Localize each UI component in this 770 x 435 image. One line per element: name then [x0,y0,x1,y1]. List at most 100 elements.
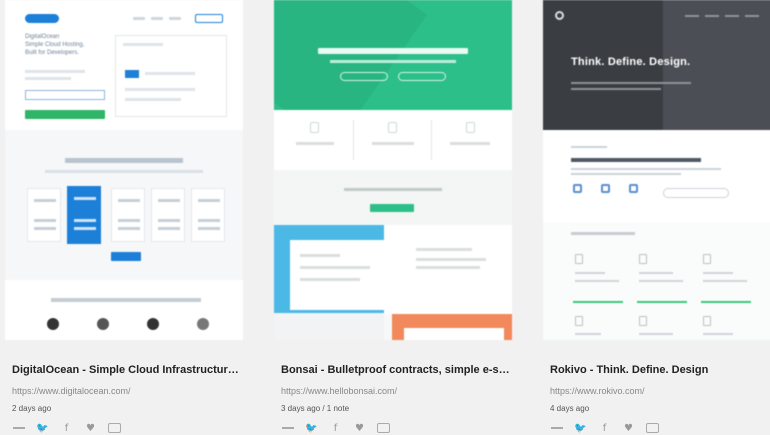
comment-icon[interactable] [646,423,659,434]
service-icon [573,184,582,193]
service-icon [703,254,711,264]
service-icon [639,316,647,326]
heart-icon[interactable]: ♥ [622,423,635,434]
avatar [97,318,109,330]
service-underline [573,301,623,303]
feature-icon [310,122,319,133]
contract-text [416,258,486,261]
thumb-subheading [330,60,456,63]
avatar [147,318,159,330]
nav-link [725,15,739,17]
avatar [197,318,209,330]
twitter-icon[interactable]: 🐦 [574,423,587,434]
rokivo-logo [555,11,564,20]
cta-title [344,188,442,191]
service-icon [639,254,647,264]
card-title[interactable]: Bonsai - Bulletproof contracts, simple e… [281,364,511,376]
card-meta: 3 days ago / 1 note [281,404,350,413]
contract-text [416,266,480,269]
twitter-icon[interactable]: 🐦 [305,423,318,434]
comment-icon[interactable] [377,423,390,434]
panel-line [123,43,163,46]
card-thumbnail[interactable]: Think. Define. Design. [543,0,770,340]
service-text [575,280,619,282]
divider [431,120,432,160]
nav-link [705,15,719,17]
service-underline [701,301,751,303]
invoice-section [274,313,384,340]
contract-line [300,266,370,269]
service-icon [629,184,638,193]
facebook-icon[interactable]: f [329,423,342,434]
card-url[interactable]: https://www.rokivo.com/ [550,386,645,396]
thumb-subheading [571,82,691,84]
digitalocean-logo [25,14,59,23]
nav-link [169,17,181,20]
thumb-text-line [25,70,85,73]
more-icon[interactable] [281,423,294,434]
thumb-subheading [571,88,661,90]
bookmark-grid: DigitalOcean Simple Cloud Hosting, Built… [0,0,770,434]
plan-card-highlighted [67,186,101,244]
thumb-text-line [25,77,71,80]
plan-card [111,188,145,242]
testimonials-section [5,280,243,340]
testimonials-title [51,298,201,302]
card-url[interactable]: https://www.hellobonsai.com/ [281,386,397,396]
contract-text-block [384,225,512,314]
intro-section [543,130,770,222]
card-title[interactable]: Rokivo - Think. Define. Design [550,364,770,376]
facebook-icon[interactable]: f [60,423,73,434]
service-icon [575,254,583,264]
card-thumbnail[interactable] [274,0,512,340]
more-icon[interactable] [12,423,25,434]
pricing-subtitle [45,170,203,173]
heart-icon[interactable]: ♥ [84,423,97,434]
feature-icon [388,122,397,133]
proposal-card [404,328,504,340]
comment-icon[interactable] [108,423,121,434]
intro-line [571,173,681,175]
feature-text [372,142,414,145]
thumb-subheading: Simple Cloud Hosting, [25,42,85,48]
bookmark-card[interactable]: Think. Define. Design. Rokivo - Think. D… [543,0,770,434]
service-title [703,333,733,335]
service-title [575,272,605,274]
service-underline [637,301,687,303]
features-section [274,110,512,170]
signup-cta [25,110,105,119]
hero-button [398,72,446,81]
feature-icon [466,122,475,133]
plan-card [27,188,61,242]
card-thumbnail[interactable]: DigitalOcean Simple Cloud Hosting, Built… [5,0,243,340]
divider [353,120,354,160]
bookmark-card[interactable]: DigitalOcean Simple Cloud Hosting, Built… [5,0,243,434]
learn-more-button [663,188,729,198]
panel-line [145,72,195,75]
facebook-icon[interactable]: f [598,423,611,434]
feature-text [296,142,334,145]
card-meta: 4 days ago [550,404,590,413]
cta-section [274,170,512,225]
cta-button [370,204,414,212]
card-title[interactable]: DigitalOcean - Simple Cloud Infrastructu… [12,364,242,376]
bookmark-card[interactable]: Bonsai - Bulletproof contracts, simple e… [274,0,512,434]
service-title [639,333,673,335]
thumb-heading: Think. Define. Design. [571,56,691,68]
intro-line [571,168,721,170]
thumb-heading: DigitalOcean [25,34,60,40]
service-text [703,280,747,282]
more-icon[interactable] [550,423,563,434]
card-meta: 2 days ago [12,404,52,413]
service-title [703,272,733,274]
contract-text [416,248,472,251]
email-field [25,90,105,100]
signup-button [195,14,223,23]
nav-link [151,17,163,20]
nav-link [133,17,145,20]
thumb-heading [318,48,468,54]
heart-icon[interactable]: ♥ [353,423,366,434]
twitter-icon[interactable]: 🐦 [36,423,49,434]
nav-link [745,15,759,17]
card-url[interactable]: https://www.digitalocean.com/ [12,386,131,396]
